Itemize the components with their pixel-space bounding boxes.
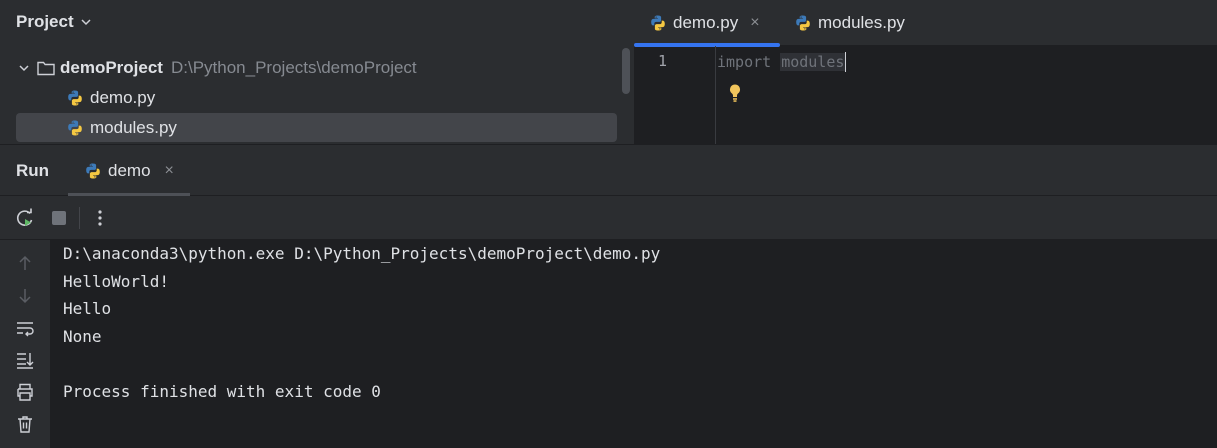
text-caret — [845, 52, 847, 72]
project-path: D:\Python_Projects\demoProject — [170, 58, 417, 77]
arrow-up-icon[interactable] — [15, 253, 35, 273]
chevron-down-icon[interactable] — [18, 62, 30, 74]
python-file-icon — [68, 90, 82, 106]
console-line: None — [63, 327, 102, 346]
console-line: Process finished with exit code 0 — [63, 382, 381, 401]
tab-demo-py[interactable]: demo.py × — [634, 0, 780, 47]
console-line: Hello — [63, 299, 112, 318]
tab-label: demo.py — [673, 13, 739, 32]
python-file-icon — [796, 15, 810, 31]
python-run-icon — [86, 163, 100, 178]
tree-root-project[interactable]: demoProject D:\Python_Projects\demoProje… — [18, 54, 417, 82]
tree-file-demo[interactable]: demo.py — [66, 84, 155, 112]
lightbulb-icon[interactable] — [727, 82, 743, 104]
console-line: HelloWorld! — [63, 272, 169, 291]
active-tab-indicator — [634, 43, 780, 47]
python-file-icon — [651, 15, 665, 31]
close-icon[interactable]: × — [750, 14, 759, 32]
run-panel-title: Run — [16, 161, 50, 180]
line-number: 1 — [658, 52, 668, 70]
top-area: Project demoProject D:\Python_Projects\d… — [0, 0, 1217, 144]
file-label: demo.py — [90, 88, 156, 107]
rerun-icon[interactable] — [15, 208, 35, 228]
project-panel: Project demoProject D:\Python_Projects\d… — [0, 0, 632, 144]
editor: demo.py × modules.py 1 import modules — [634, 0, 1217, 144]
run-panel-header: Run demo × — [0, 144, 1217, 196]
arrow-down-icon[interactable] — [15, 286, 35, 306]
editor-tab-bar: demo.py × modules.py — [634, 0, 1217, 47]
tree-file-modules[interactable]: modules.py — [16, 113, 617, 142]
console-output: D:\anaconda3\python.exe D:\Python_Projec… — [0, 240, 1217, 448]
more-options-icon[interactable] — [90, 208, 110, 228]
soft-wrap-icon[interactable] — [15, 318, 35, 338]
code-module: modules — [780, 53, 846, 71]
project-panel-title: Project — [16, 12, 74, 31]
tab-modules-py[interactable]: modules.py — [794, 0, 905, 46]
tab-label: modules.py — [818, 13, 905, 32]
console-line: D:\anaconda3\python.exe D:\Python_Projec… — [63, 244, 661, 263]
stop-icon[interactable] — [49, 208, 69, 228]
code-line[interactable]: import modules — [717, 50, 847, 74]
folder-icon — [37, 61, 55, 76]
run-tab-demo[interactable]: demo × — [68, 145, 190, 196]
project-panel-header[interactable]: Project — [16, 10, 92, 34]
project-scrollbar[interactable] — [622, 48, 630, 94]
project-name: demoProject — [60, 58, 163, 77]
run-toolbar — [0, 196, 1217, 240]
print-icon[interactable] — [15, 382, 35, 402]
file-label: modules.py — [90, 117, 177, 137]
code-keyword: import — [717, 53, 772, 71]
toolbar-divider — [79, 207, 80, 229]
scroll-to-end-icon[interactable] — [15, 350, 35, 370]
chevron-down-icon[interactable] — [80, 16, 92, 28]
python-file-icon — [68, 120, 82, 135]
console-side-toolbar — [0, 240, 50, 448]
run-tab-label: demo — [108, 160, 151, 180]
gutter-divider — [715, 46, 716, 144]
close-icon[interactable]: × — [165, 162, 174, 180]
trash-icon[interactable] — [15, 414, 35, 434]
